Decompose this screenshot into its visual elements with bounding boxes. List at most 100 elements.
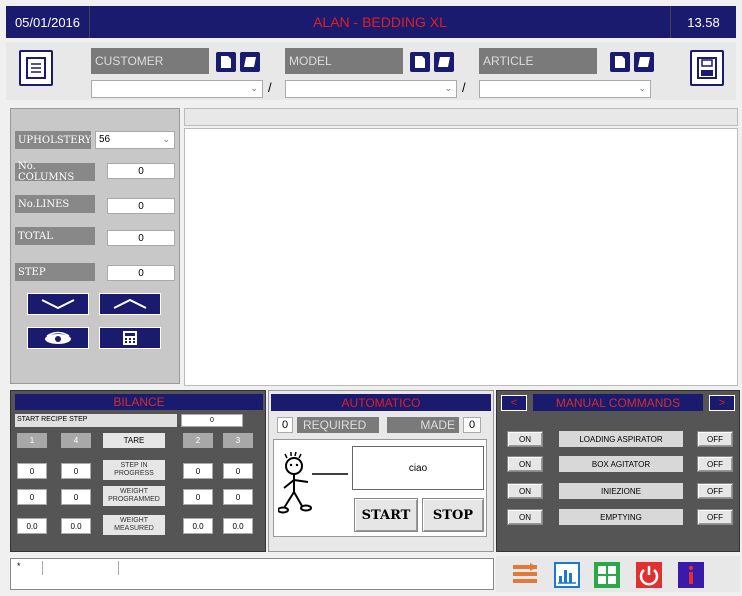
customer-select[interactable]: ⌄	[91, 80, 263, 98]
left-parameter-panel: UPHOLSTERY 56 ⌄ No. COLUMNS 0 No.LINES 0…	[10, 108, 180, 384]
scale-4-button[interactable]: 4	[61, 433, 91, 448]
box-agitator-label: BOX AGITATOR	[559, 456, 683, 472]
edit-article-icon[interactable]	[634, 52, 654, 72]
scale-1-button[interactable]: 1	[17, 433, 47, 448]
scale-3-button[interactable]: 3	[223, 433, 253, 448]
sip-scale-3: 0	[223, 463, 253, 479]
bottom-toolbar	[496, 556, 740, 592]
start-button[interactable]: START	[354, 498, 418, 532]
wp-scale-3: 0	[223, 489, 253, 505]
start-recipe-label: START RECIPE STEP	[15, 414, 177, 427]
transfer-icon[interactable]	[512, 562, 538, 588]
chevron-up-icon	[113, 298, 147, 309]
upholstery-select[interactable]: 56 ⌄	[95, 131, 175, 149]
made-label: MADE	[387, 417, 459, 433]
edit-customer-icon[interactable]	[240, 52, 260, 72]
edit-model-icon[interactable]	[434, 52, 454, 72]
iniezione-on-button[interactable]: ON	[507, 483, 543, 499]
date-display: 05/01/2016	[6, 6, 90, 38]
loading-aspirator-off-button[interactable]: OFF	[697, 431, 733, 447]
status-cell-1: *	[13, 561, 43, 575]
emptying-on-button[interactable]: ON	[507, 509, 543, 525]
stop-button[interactable]: STOP	[422, 498, 484, 532]
automatico-title: AUTOMATICO	[271, 394, 491, 411]
automatico-panel: AUTOMATICO 0 REQUIRED MADE 0 ciao START …	[268, 390, 494, 552]
chevron-down-icon: ⌄	[638, 83, 646, 93]
sip-scale-4: 0	[61, 463, 91, 479]
view-button[interactable]	[27, 327, 89, 349]
calculator-icon	[123, 331, 137, 345]
emptying-label: EMPTYING	[559, 509, 683, 525]
box-agitator-off-button[interactable]: OFF	[697, 456, 733, 472]
status-cell-2	[45, 561, 119, 575]
info-icon[interactable]	[678, 562, 704, 588]
weight-measured-label: WEIGHT MEASURED	[103, 515, 165, 535]
required-value: 0	[277, 417, 293, 433]
scroll-up-button[interactable]	[99, 293, 161, 315]
separator-2: /	[462, 80, 466, 95]
model-select[interactable]: ⌄	[285, 80, 457, 98]
wm-scale-1: 0.0	[17, 518, 47, 534]
status-display: ciao START STOP	[273, 439, 487, 537]
wp-scale-2: 0	[183, 489, 213, 505]
manual-prev-button[interactable]: <	[501, 395, 527, 411]
required-label: REQUIRED	[297, 417, 379, 433]
loading-aspirator-on-button[interactable]: ON	[507, 431, 543, 447]
chevron-down-icon: ⌄	[444, 83, 452, 93]
chevron-down-icon: ⌄	[162, 134, 170, 144]
step-in-progress-label: STEP IN PROGRESS	[103, 460, 165, 480]
manual-title: MANUAL COMMANDS	[533, 394, 703, 411]
weight-programmed-label: WEIGHT PROGRAMMED	[103, 486, 165, 506]
scale-2-button[interactable]: 2	[183, 433, 213, 448]
box-agitator-on-button[interactable]: ON	[507, 456, 543, 472]
start-recipe-field[interactable]: 0	[181, 414, 243, 427]
sip-scale-2: 0	[183, 463, 213, 479]
lines-label: No.LINES	[15, 195, 95, 213]
separator-1: /	[268, 80, 272, 95]
upholstery-value: 56	[99, 134, 111, 145]
bilance-panel: BILANCE START RECIPE STEP 0 1 4 TARE 2 3…	[10, 390, 266, 552]
made-value: 0	[463, 417, 481, 433]
window-title: ALAN - BEDDING XL	[313, 14, 447, 30]
step-field: 0	[107, 265, 175, 281]
new-model-icon[interactable]	[410, 52, 430, 72]
calculator-button[interactable]	[99, 327, 161, 349]
status-bar: *	[10, 558, 494, 590]
manual-next-button[interactable]: >	[709, 395, 735, 411]
iniezione-label: INIEZIONE	[559, 483, 683, 499]
loading-aspirator-label: LOADING ASPIRATOR	[559, 431, 683, 447]
wm-scale-3: 0.0	[223, 518, 253, 534]
time-display: 13.58	[670, 6, 736, 38]
scroll-down-button[interactable]	[27, 293, 89, 315]
wp-scale-1: 0	[17, 489, 47, 505]
power-icon[interactable]	[636, 562, 662, 588]
chart-icon[interactable]	[554, 562, 580, 588]
work-area[interactable]	[184, 128, 738, 386]
new-article-icon[interactable]	[610, 52, 630, 72]
header-bar: 05/01/2016 ALAN - BEDDING XL 13.58	[6, 6, 736, 38]
wm-scale-4: 0.0	[61, 518, 91, 534]
bilance-title: BILANCE	[15, 394, 263, 410]
customer-label: CUSTOMER	[91, 48, 209, 74]
save-icon[interactable]	[690, 50, 724, 86]
stick-figure-icon	[278, 451, 348, 514]
total-label: TOTAL	[15, 227, 95, 245]
emptying-off-button[interactable]: OFF	[697, 509, 733, 525]
manual-commands-panel: < MANUAL COMMANDS > ON LOADING ASPIRATOR…	[496, 390, 740, 552]
upholstery-label: UPHOLSTERY	[15, 131, 91, 149]
columns-field[interactable]: 0	[107, 163, 175, 179]
tare-button[interactable]: TARE	[103, 433, 165, 448]
chevron-down-icon: ⌄	[250, 83, 258, 93]
wp-scale-4: 0	[61, 489, 91, 505]
iniezione-off-button[interactable]: OFF	[697, 483, 733, 499]
chevron-down-icon	[41, 299, 75, 310]
article-select[interactable]: ⌄	[479, 80, 651, 98]
new-customer-icon[interactable]	[216, 52, 236, 72]
windows-icon[interactable]	[594, 562, 620, 588]
article-label: ARTICLE	[479, 48, 597, 74]
total-field: 0	[107, 230, 175, 246]
work-area-header	[184, 108, 738, 126]
lines-field[interactable]: 0	[107, 198, 175, 214]
book-icon[interactable]	[19, 50, 53, 86]
wm-scale-2: 0.0	[183, 518, 213, 534]
